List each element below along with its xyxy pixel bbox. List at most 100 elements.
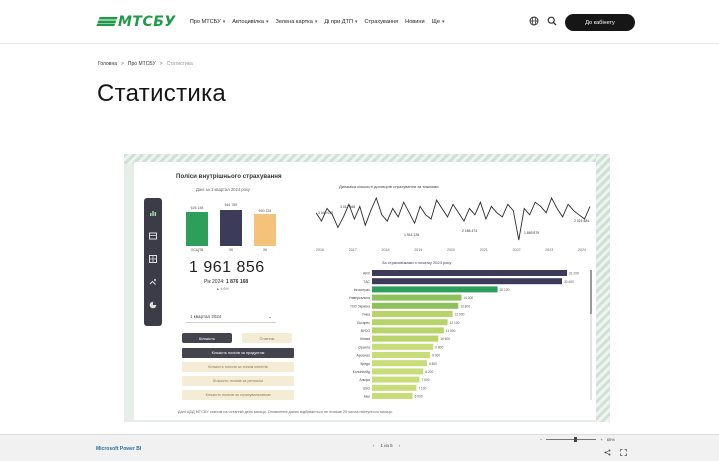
bar-10	[372, 352, 431, 358]
line-annotation: 3 012 568	[340, 205, 355, 209]
cabinet-button[interactable]: До кабінету	[565, 14, 635, 31]
page-indicator: 1 из 5	[380, 443, 393, 448]
grid-icon[interactable]	[148, 254, 158, 264]
page-title: Статистика	[97, 80, 227, 107]
bar-value-label: 9 300	[432, 354, 440, 358]
nav-item-label: Новини	[405, 18, 425, 25]
bar-category-label: ТАС	[363, 280, 370, 284]
x-tick-label: 2017	[349, 248, 357, 252]
kpi-bar-caption: ОСЦПВ	[190, 248, 204, 252]
count-button[interactable]: Кількість	[182, 333, 232, 343]
by-product-button[interactable]: Кількість полісів за продуктом	[182, 348, 294, 358]
zoom-in-button[interactable]: +	[600, 437, 602, 442]
prev-page-button[interactable]: ‹	[373, 443, 375, 448]
chart-icon[interactable]	[148, 208, 158, 218]
line-chart-title: Динаміка кількості договорів страхування…	[339, 184, 439, 189]
hbar-chart-title: За страховиками з початку 2024 року	[382, 260, 452, 265]
nav-item-news[interactable]: Новини	[405, 19, 424, 25]
bar-7	[372, 327, 444, 334]
bar-14	[372, 384, 417, 391]
bar-value-label: 9 800	[435, 345, 443, 349]
nav-item-more[interactable]: Ще ▾	[432, 19, 445, 25]
nav-item-autocivilka[interactable]: Автоцивілка ▾	[232, 19, 268, 25]
zoom-control: − + 85%	[540, 437, 615, 442]
bar-value-label: 10 600	[440, 337, 450, 341]
table-icon[interactable]	[148, 231, 158, 241]
powerbi-link[interactable]: Microsoft Power BI	[96, 446, 141, 452]
chevron-down-icon: ▾	[265, 18, 269, 25]
breadcrumb-current: Статистика	[166, 61, 193, 67]
nav-item-label: Ді при ДТП	[324, 18, 353, 25]
nav-item-insurance[interactable]: Страхування	[365, 19, 399, 25]
measure-toggle: Кількість Платежі	[182, 333, 302, 343]
nav-item-label: Про МТСБУ	[189, 18, 221, 25]
kpi-bar-top-label: 661 789	[224, 203, 238, 207]
bar-category-label: Експрес	[357, 321, 370, 325]
bar-11	[372, 360, 427, 367]
insurer-bar-chart[interactable]: ARX 31 200 ТАС 30 400 Інгосстрах 20 100 Універ…	[314, 266, 596, 410]
zoom-slider[interactable]	[546, 437, 597, 442]
bar-category-label: ARX	[363, 272, 371, 276]
globe-icon[interactable]	[528, 15, 540, 27]
nav-item-label: Зелена картка	[275, 18, 313, 25]
report-footnote: Дані ЦБД МТСБУ станом на останній день м…	[178, 410, 393, 414]
kpi-bar-caption: ЗК	[228, 248, 234, 252]
logo-icon	[96, 17, 118, 26]
weekly-line-chart[interactable]: 3 040 045 3 012 568 1 914 126 2 186 474 1 86…	[312, 192, 596, 254]
bar-6	[372, 319, 448, 326]
bar-category-label: ВУСО	[361, 329, 371, 333]
zoom-value: 85%	[606, 437, 615, 442]
bar-value-label: 7 100	[418, 386, 426, 390]
breadcrumb-about[interactable]: Про МТСБУ	[128, 61, 156, 67]
bar-category-label: Кредо	[360, 362, 370, 366]
nav-item-label: Автоцивілка	[232, 18, 264, 25]
period-dropdown[interactable]: 1 квартал 2024 ⌄	[186, 311, 276, 323]
by-region-button[interactable]: Кількість полісів за регіоном	[182, 376, 294, 386]
pie-icon[interactable]	[148, 300, 158, 310]
bar-value-label: 7 600	[422, 378, 430, 382]
payments-button[interactable]: Платежі	[242, 333, 292, 343]
line-annotation: 1 914 126	[404, 233, 419, 237]
bar-15	[372, 393, 413, 399]
chevron-down-icon: ▾	[222, 18, 226, 25]
filter-icon[interactable]	[148, 277, 158, 287]
bar-3	[372, 294, 462, 301]
zoom-slider-handle[interactable]	[574, 437, 578, 442]
search-icon[interactable]	[546, 15, 558, 27]
page-root: МТСБУ Про МТСБУ ▾ Автоцивілка ▾ Зелена кар…	[0, 0, 719, 461]
bar-value-label: 12 900	[455, 313, 465, 317]
kpi-bar-third[interactable]	[254, 214, 276, 246]
by-client-type-button[interactable]: Кількість полісів за типом клієнтів	[182, 362, 294, 372]
decor-stripe-right	[596, 154, 610, 422]
share-icon[interactable]	[604, 449, 611, 458]
x-tick-label: 2022	[513, 248, 521, 252]
bar-category-label: Княжа	[360, 337, 370, 341]
chevron-down-icon: ▾	[441, 18, 445, 25]
chevron-down-icon: ▾	[314, 18, 318, 25]
bar-4	[372, 302, 459, 309]
next-page-button[interactable]: ›	[399, 443, 401, 448]
kpi-bar-top-label: 590 134	[258, 209, 272, 213]
breadcrumb-home[interactable]: Головна	[98, 61, 117, 67]
fullscreen-icon[interactable]	[620, 449, 627, 458]
bar-category-label: Інші	[364, 395, 371, 399]
main-nav: Про МТСБУ ▾ Автоцивілка ▾ Зелена картка ▾ Д…	[190, 19, 452, 25]
bar-category-label: Колоннейд	[353, 370, 370, 374]
kpi-bar-osago[interactable]	[186, 212, 208, 246]
bar-category-label: Уніка	[362, 313, 370, 317]
period-dropdown-value: 1 квартал 2024	[190, 314, 222, 319]
nav-item-label: Ще	[431, 18, 440, 25]
kpi-bar-caption: ЗК	[262, 248, 268, 252]
nav-item-green-card[interactable]: Зелена картка ▾	[275, 19, 317, 25]
breadcrumb-separator: >	[159, 61, 163, 67]
powerbi-embed: Поліси внутрішнього страхування Дані за …	[124, 154, 610, 422]
zoom-out-button[interactable]: −	[540, 437, 542, 442]
by-insurer-button[interactable]: Кількість полісів за страхувальником	[182, 390, 294, 400]
chevron-down-icon: ▾	[354, 18, 358, 25]
site-logo[interactable]: МТСБУ	[96, 14, 176, 30]
kpi-bar-green-card[interactable]	[220, 210, 242, 246]
x-tick-label: 2018	[382, 248, 390, 252]
bar-value-label: 14 300	[463, 296, 473, 300]
nav-item-dtp[interactable]: Ді при ДТП ▾	[324, 19, 357, 25]
nav-item-about[interactable]: Про МТСБУ ▾	[190, 19, 226, 25]
